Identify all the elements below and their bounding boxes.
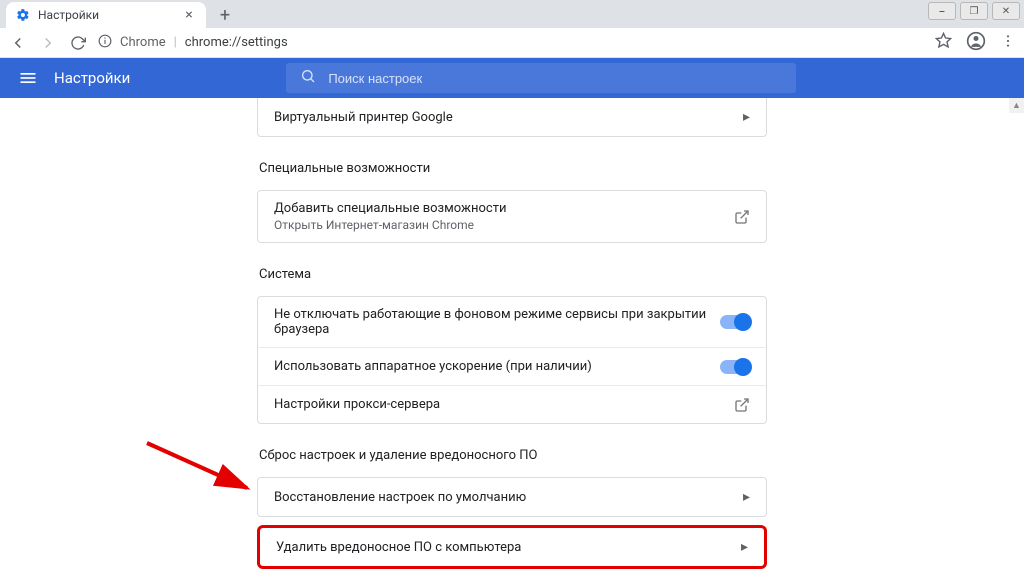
chevron-right-icon: ▸ — [743, 489, 750, 505]
forward-button[interactable] — [38, 33, 58, 53]
external-link-icon — [734, 209, 750, 225]
settings-content-area: ▲ Виртуальный принтер Google ▸ Специальн… — [0, 98, 1024, 578]
restore-defaults-card: Восстановление настроек по умолчанию ▸ — [257, 477, 767, 517]
background-apps-label: Не отключать работающие в фоновом режиме… — [274, 307, 720, 337]
accessibility-section-title: Специальные возможности — [259, 161, 767, 176]
cleanup-computer-row[interactable]: Удалить вредоносное ПО с компьютера ▸ — [260, 528, 764, 566]
tab-close-button[interactable]: × — [182, 8, 196, 22]
reload-button[interactable] — [68, 33, 88, 53]
settings-search-input[interactable] — [328, 71, 782, 86]
browser-menu-icon[interactable] — [1000, 33, 1016, 53]
proxy-settings-label: Настройки прокси-сервера — [274, 397, 440, 412]
restore-defaults-row[interactable]: Восстановление настроек по умолчанию ▸ — [258, 478, 766, 516]
chevron-right-icon: ▸ — [741, 539, 748, 555]
add-accessibility-sublabel: Открыть Интернет-магазин Chrome — [274, 218, 507, 232]
system-card: Не отключать работающие в фоновом режиме… — [257, 296, 767, 424]
window-minimize-button[interactable]: ⎯ — [928, 2, 956, 20]
scrollbar-up-arrow[interactable]: ▲ — [1009, 98, 1024, 113]
add-accessibility-label: Добавить специальные возможности — [274, 201, 507, 216]
restore-defaults-label: Восстановление настроек по умолчанию — [274, 490, 526, 505]
system-section-title: Система — [259, 267, 767, 282]
bookmark-star-icon[interactable] — [935, 32, 952, 53]
window-close-button[interactable]: ✕ — [992, 2, 1020, 20]
hardware-accel-label: Использовать аппаратное ускорение (при н… — [274, 359, 592, 374]
window-maximize-button[interactable]: ❐ — [960, 2, 988, 20]
proxy-settings-row[interactable]: Настройки прокси-сервера — [258, 385, 766, 423]
settings-header: Настройки — [0, 58, 1024, 98]
tab-title: Настройки — [38, 8, 99, 22]
back-button[interactable] — [8, 33, 28, 53]
site-info-icon[interactable] — [98, 34, 112, 52]
chevron-right-icon: ▸ — [743, 109, 750, 125]
tab-strip: Настройки × + — [0, 0, 1024, 28]
browser-toolbar: Chrome | chrome://settings — [0, 28, 1024, 58]
url-path: chrome://settings — [185, 35, 288, 50]
gear-icon — [16, 8, 30, 22]
hamburger-menu-icon[interactable] — [18, 68, 38, 88]
reset-section-title: Сброс настроек и удаление вредоносного П… — [259, 448, 767, 463]
background-apps-toggle[interactable] — [720, 315, 750, 329]
url-separator: | — [174, 35, 177, 50]
cleanup-computer-card: Удалить вредоносное ПО с компьютера ▸ — [257, 525, 767, 569]
accessibility-card: Добавить специальные возможности Открыть… — [257, 190, 767, 243]
virtual-printer-label: Виртуальный принтер Google — [274, 110, 453, 125]
background-apps-row[interactable]: Не отключать работающие в фоновом режиме… — [258, 297, 766, 347]
printing-card: Виртуальный принтер Google ▸ — [257, 98, 767, 137]
virtual-printer-row[interactable]: Виртуальный принтер Google ▸ — [258, 98, 766, 136]
browser-tab-settings[interactable]: Настройки × — [6, 2, 206, 28]
external-link-icon — [734, 397, 750, 413]
hardware-accel-row[interactable]: Использовать аппаратное ускорение (при н… — [258, 347, 766, 385]
address-bar[interactable]: Chrome | chrome://settings — [98, 34, 925, 52]
settings-search[interactable] — [286, 63, 796, 93]
cleanup-computer-label: Удалить вредоносное ПО с компьютера — [276, 540, 521, 555]
search-icon — [300, 68, 316, 88]
settings-title: Настройки — [54, 69, 130, 87]
window-controls: ⎯ ❐ ✕ — [924, 2, 1020, 20]
annotation-arrow-icon — [142, 438, 262, 498]
profile-avatar-icon[interactable] — [966, 31, 986, 55]
add-accessibility-row[interactable]: Добавить специальные возможности Открыть… — [258, 191, 766, 242]
url-scheme-label: Chrome — [120, 35, 166, 50]
new-tab-button[interactable]: + — [212, 2, 238, 28]
hardware-accel-toggle[interactable] — [720, 360, 750, 374]
